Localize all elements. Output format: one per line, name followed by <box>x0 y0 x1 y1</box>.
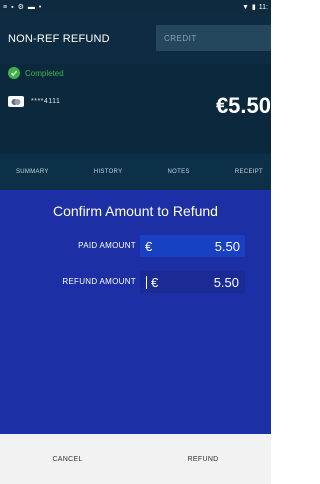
cancel-button[interactable]: CANCEL <box>52 456 82 463</box>
transaction-amount: €5.50 <box>215 93 271 118</box>
dialog-title: Confirm Amount to Refund <box>53 203 218 219</box>
dot-icon: • <box>38 3 42 11</box>
status-bar: ≡ ▪ ⚙ ▬ • ▼ ▮ 11: <box>0 0 271 14</box>
page-title: NON-REF REFUND <box>8 33 110 45</box>
check-circle-icon <box>8 67 20 79</box>
tab-bar: SUMMARY HISTORY NOTES RECEIPT <box>0 154 271 190</box>
completed-status: Completed <box>8 67 64 79</box>
app-header: NON-REF REFUND CREDIT <box>0 14 271 64</box>
clock-text: 11: <box>258 3 268 11</box>
image-icon: ▪ <box>11 3 14 11</box>
paid-amount-label: PAID AMOUNT <box>78 241 136 250</box>
transaction-summary: Completed ****4111 €5.50 <box>0 64 271 154</box>
refund-amount-label: REFUND AMOUNT <box>62 277 136 286</box>
battery-icon: ▮ <box>251 3 256 11</box>
notification-icon: ▬ <box>27 3 35 11</box>
tab-receipt[interactable]: RECEIPT <box>235 169 263 175</box>
card-row: ****4111 <box>8 96 60 107</box>
credit-placeholder: CREDIT <box>164 33 197 43</box>
menu-icon: ≡ <box>3 3 8 11</box>
refund-value: 5.50 <box>213 274 239 290</box>
paid-value: 5.50 <box>214 238 240 254</box>
credit-field[interactable]: CREDIT <box>156 25 271 51</box>
dialog-actions: CANCEL REFUND <box>0 434 271 484</box>
mastercard-icon <box>8 96 24 107</box>
paid-currency: € <box>145 238 153 254</box>
card-number: ****4111 <box>31 98 61 105</box>
wifi-icon: ▼ <box>241 3 249 11</box>
settings-icon: ⚙ <box>17 3 24 11</box>
tab-history[interactable]: HISTORY <box>94 169 123 175</box>
tab-notes[interactable]: NOTES <box>168 169 190 175</box>
refund-button[interactable]: REFUND <box>188 456 219 463</box>
tab-summary[interactable]: SUMMARY <box>16 169 49 175</box>
refund-dialog: Confirm Amount to Refund PAID AMOUNT € 5… <box>0 190 271 434</box>
paid-amount-field: € 5.50 <box>140 235 245 257</box>
refund-amount-input[interactable]: € 5.50 <box>140 271 245 293</box>
status-label: Completed <box>25 68 64 78</box>
text-cursor <box>146 275 147 289</box>
refund-currency: € <box>151 274 159 290</box>
